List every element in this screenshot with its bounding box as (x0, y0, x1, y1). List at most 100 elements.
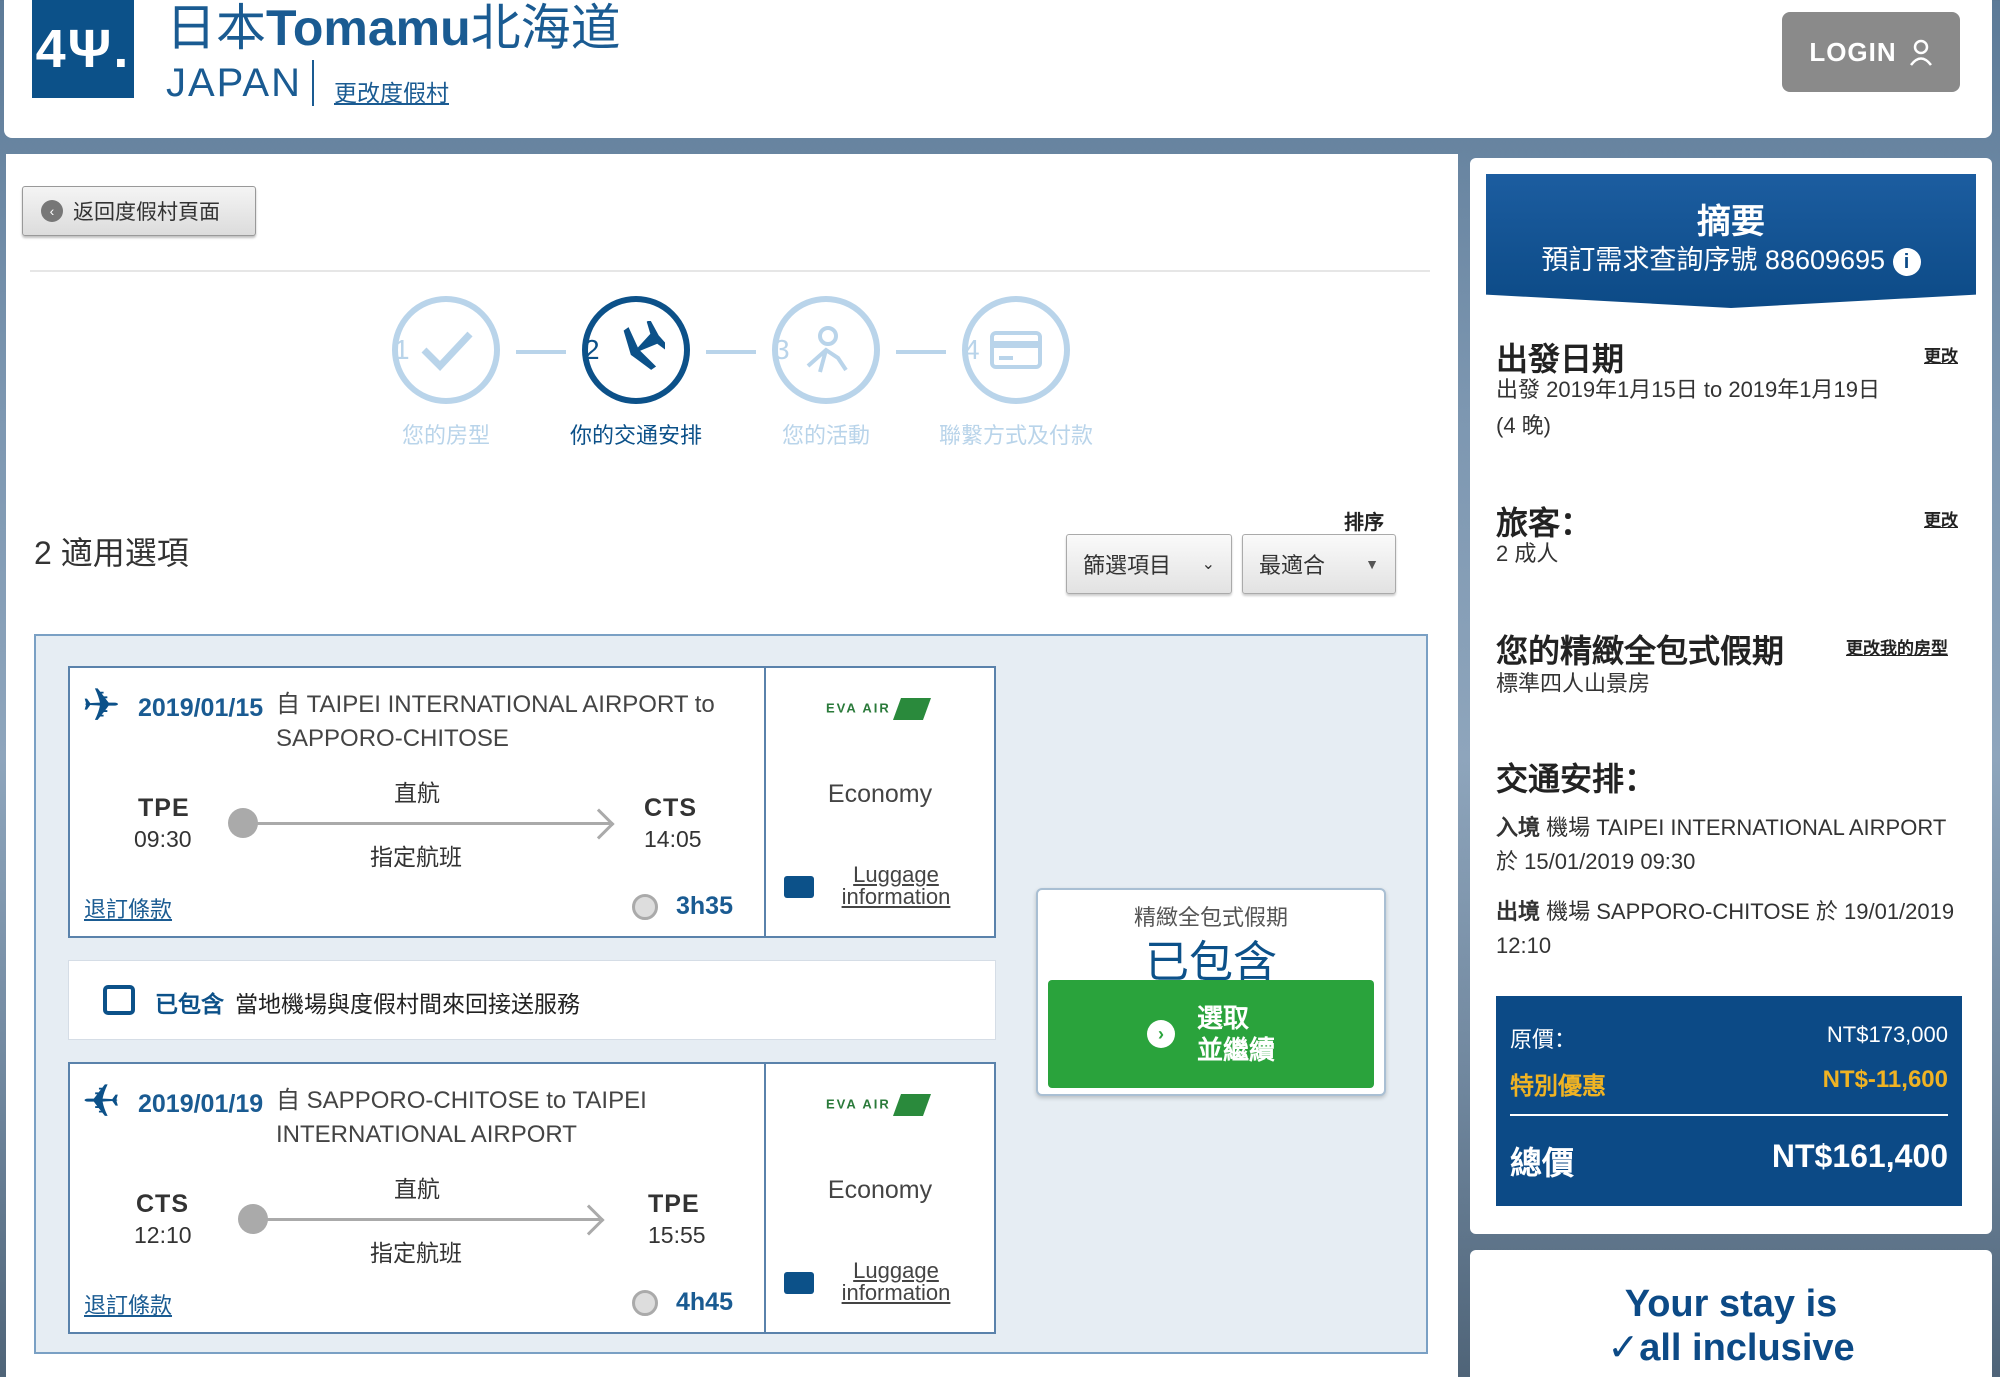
change-travellers-link[interactable]: 更改 (1924, 506, 1958, 531)
outbound-summary: 入境 機場 TAIPEI INTERNATIONAL AIRPORT (1496, 812, 1946, 844)
resort-title-brand: Tomamu (266, 0, 471, 56)
route-arrow-icon (573, 1204, 605, 1236)
change-room-link[interactable]: 更改我的房型 (1846, 634, 1948, 659)
original-price-row: 原價： NT$173,000 (1510, 1022, 1948, 1054)
results-count: 2 適用選項 (34, 535, 189, 571)
divider (1510, 1114, 1948, 1116)
step-3[interactable]: 3 (772, 296, 884, 408)
step-connector (896, 350, 946, 354)
transfer-description: 當地機場與度假村間來回接送服務 (235, 991, 580, 1017)
step-1[interactable]: 1 (392, 296, 504, 408)
resort-title-suffix: 北海道 (470, 0, 621, 56)
flight-type: 直航 (394, 1176, 440, 1202)
summary-header: 摘要 預訂需求查詢序號 88609695 i (1486, 174, 1976, 308)
discount-row: 特別優惠 NT$-11,600 (1510, 1066, 1948, 1101)
outbound-text: 機場 TAIPEI INTERNATIONAL AIRPORT (1546, 815, 1947, 840)
step-number: 1 (394, 334, 410, 365)
promo-line2: ✓all inclusive (1607, 1327, 1855, 1369)
fare-type: 指定航班 (370, 844, 462, 870)
back-label: 返回度假村頁面 (73, 201, 220, 224)
refund-policy-link[interactable]: 退訂條款 (84, 892, 172, 924)
luggage-info-link[interactable]: Luggage information (836, 864, 956, 908)
divider (312, 60, 314, 106)
sort-dropdown[interactable]: 最適合 ▼ (1242, 534, 1396, 594)
travellers-count: 2 成人 (1496, 541, 1559, 566)
destination-code: TPE (648, 1190, 700, 1218)
luggage-icon (784, 876, 814, 898)
step-2[interactable]: 2 (582, 296, 694, 408)
flight-date: 2019/01/19 (138, 1090, 264, 1118)
summary-title: 摘要 (1697, 203, 1765, 241)
discount-label: 特別優惠 (1510, 1073, 1606, 1100)
return-text: 機場 SAPPORO-CHITOSE 於 19/01/2019 (1546, 899, 1955, 924)
flight-carrier: EVA AIR Economy Luggage information (766, 1064, 994, 1332)
login-label: LOGIN (1809, 36, 1897, 67)
airline-name: EVA AIR (826, 700, 891, 716)
select-line2: 並繼續 (1196, 1035, 1275, 1065)
luggage-info-link[interactable]: Luggage information (836, 1260, 956, 1304)
origin-code: TPE (138, 794, 190, 822)
flight-details: ✈ 2019/01/19 自 SAPPORO-CHITOSE to TAIPEI… (70, 1064, 766, 1332)
chevron-right-icon: › (1146, 1020, 1175, 1048)
shuttle-bus-icon (103, 985, 135, 1015)
holiday-heading: 您的精緻全包式假期 (1496, 633, 1785, 669)
flight-details: ✈ 2019/01/15 自 TAIPEI INTERNATIONAL AIRP… (70, 668, 766, 936)
sort-heading: 排序 (1344, 512, 1384, 534)
total-price-value: NT$161,400 (1771, 1138, 1948, 1174)
flight-date: 2019/01/15 (138, 694, 264, 722)
airplane-icon: ✈ (82, 679, 121, 731)
outbound-time: 於 15/01/2019 09:30 (1496, 849, 1696, 874)
step-2-label: 你的交通安排 (569, 423, 702, 448)
return-time: 12:10 (1496, 933, 1552, 958)
stopwatch-icon (632, 894, 658, 920)
luggage-icon (784, 1272, 814, 1294)
step-connector (706, 350, 756, 354)
discount-value: NT$-11,600 (1822, 1066, 1948, 1093)
resort-country: JAPAN (166, 61, 302, 105)
transport-heading: 交通安排： (1496, 761, 1657, 797)
back-to-resort-button[interactable]: ‹ 返回度假村頁面 (22, 186, 256, 236)
change-dates-link[interactable]: 更改 (1924, 342, 1958, 367)
flight-card-return: ✈ 2019/01/19 自 SAPPORO-CHITOSE to TAIPEI… (68, 1062, 996, 1334)
origin-code: CTS (136, 1190, 189, 1218)
select-and-continue-button[interactable]: › 選取 並繼續 (1048, 980, 1374, 1088)
step-number: 4 (964, 334, 980, 365)
change-resort-link[interactable]: 更改度假村 (334, 74, 449, 108)
booking-reference-text: 預訂需求查詢序號 88609695 (1541, 245, 1886, 275)
eva-air-mark-icon (892, 698, 931, 720)
refund-policy-link[interactable]: 退訂條款 (84, 1288, 172, 1320)
total-price-label: 總價 (1510, 1145, 1575, 1181)
destination-code: CTS (644, 794, 697, 822)
flight-duration: 3h35 (676, 892, 733, 920)
eva-air-logo: EVA AIR (826, 1094, 931, 1116)
booking-reference: 預訂需求查詢序號 88609695 i (1486, 238, 1976, 277)
step-1-label: 您的房型 (401, 423, 490, 448)
step-3-label: 您的活動 (781, 423, 870, 448)
eva-air-logo: EVA AIR (826, 698, 931, 720)
club-med-logo[interactable]: 4Ψ. (32, 0, 134, 98)
sort-value: 最適合 (1259, 553, 1326, 578)
original-price-value: NT$173,000 (1826, 1022, 1948, 1047)
login-button[interactable]: LOGIN (1782, 12, 1960, 92)
filter-dropdown[interactable]: 篩選項目 ⌄ (1066, 534, 1232, 594)
return-label: 出境 (1496, 899, 1541, 924)
eva-air-mark-icon (892, 1094, 931, 1116)
flight-carrier: EVA AIR Economy Luggage information (766, 668, 994, 936)
route-line (246, 822, 610, 825)
airline-name: EVA AIR (826, 1096, 891, 1112)
travel-dates: 出發 2019年1月15日 to 2019年1月19日 (1496, 377, 1880, 402)
resort-title-prefix: 日本 (166, 0, 266, 56)
info-icon[interactable]: i (1892, 247, 1921, 276)
route-line (256, 1218, 600, 1221)
return-summary: 出境 機場 SAPPORO-CHITOSE 於 19/01/2019 (1496, 896, 1954, 928)
transfer-included: 已包含 (155, 991, 224, 1017)
route-arrow-icon (583, 808, 615, 840)
cabin-class: Economy (827, 780, 933, 808)
step-4-label: 聯繫方式及付款 (938, 423, 1093, 448)
price-summary: 原價： NT$173,000 特別優惠 NT$-11,600 總價 NT$161… (1496, 996, 1962, 1206)
step-number: 3 (774, 334, 790, 365)
cabin-class: Economy (827, 1176, 933, 1204)
filter-label: 篩選項目 (1083, 553, 1172, 578)
step-4[interactable]: 4 (962, 296, 1074, 408)
flight-card-outbound: ✈ 2019/01/15 自 TAIPEI INTERNATIONAL AIRP… (68, 666, 996, 938)
